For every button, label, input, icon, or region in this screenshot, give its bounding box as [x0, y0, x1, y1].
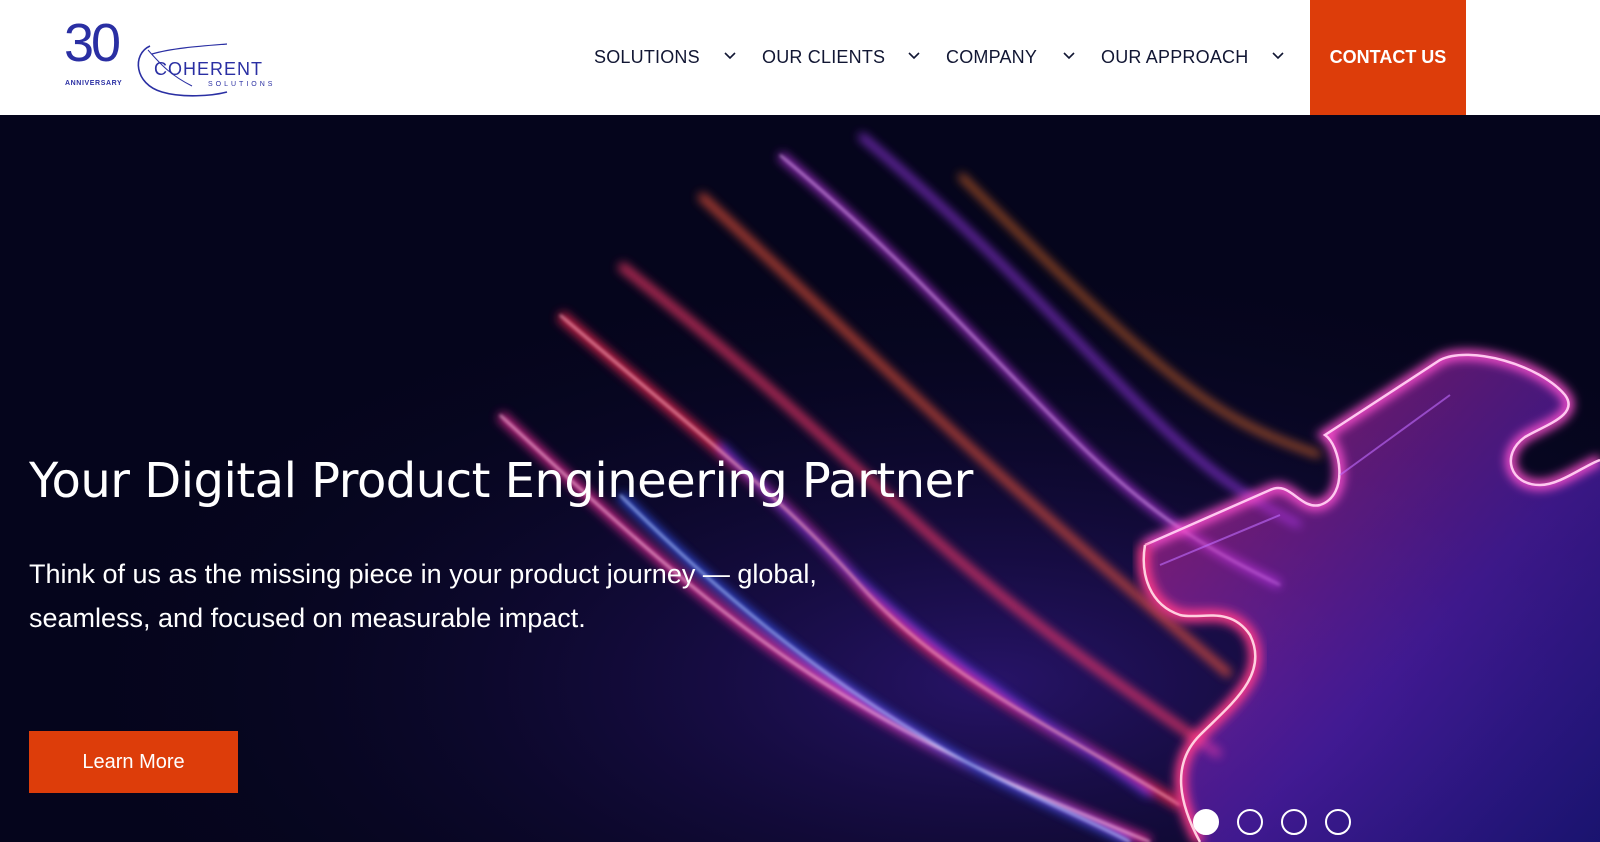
logo-anniversary-label: ANNIVERSARY [65, 80, 123, 87]
contact-us-button[interactable]: CONTACT US [1310, 0, 1466, 115]
carousel-dot-2[interactable] [1237, 809, 1263, 835]
nav-label-company: COMPANY [946, 47, 1038, 67]
nav-item-our-clients[interactable]: OUR CLIENTS [762, 0, 885, 115]
nav-item-solutions[interactable]: SOLUTIONS [594, 0, 700, 115]
hero-subtitle: Think of us as the missing piece in your… [29, 559, 817, 633]
coherent-logo[interactable]: 30 COHERENT ANNIVERSARY SOLUTIONS [62, 14, 282, 100]
chevron-down-icon[interactable] [724, 51, 736, 61]
nav-label-solutions: SOLUTIONS [594, 47, 700, 67]
nav-item-company[interactable]: COMPANY [946, 0, 1037, 115]
logo-brand-sub: SOLUTIONS [208, 81, 276, 88]
nav-label-our-approach: OUR APPROACH [1101, 47, 1249, 67]
site-header: 30 COHERENT ANNIVERSARY SOLUTIONS SOLUTI… [0, 0, 1600, 115]
carousel-dot-3[interactable] [1281, 809, 1307, 835]
logo-brand-name: COHERENT [154, 59, 264, 79]
nav-item-our-approach[interactable]: OUR APPROACH [1101, 0, 1248, 115]
learn-more-button[interactable]: Learn More [29, 731, 238, 793]
hero-title: Your Digital Product Engineering Partner [29, 453, 973, 509]
chevron-down-icon[interactable] [1063, 51, 1075, 61]
carousel-dot-4[interactable] [1325, 809, 1351, 835]
hero-banner: Your Digital Product Engineering Partner… [0, 115, 1600, 842]
chevron-down-icon[interactable] [908, 51, 920, 61]
chevron-down-icon[interactable] [1272, 51, 1284, 61]
logo-anniversary-number: 30 [64, 13, 121, 73]
carousel-dot-1[interactable] [1193, 809, 1219, 835]
carousel-dots [1193, 809, 1351, 835]
nav-label-our-clients: OUR CLIENTS [762, 47, 886, 67]
